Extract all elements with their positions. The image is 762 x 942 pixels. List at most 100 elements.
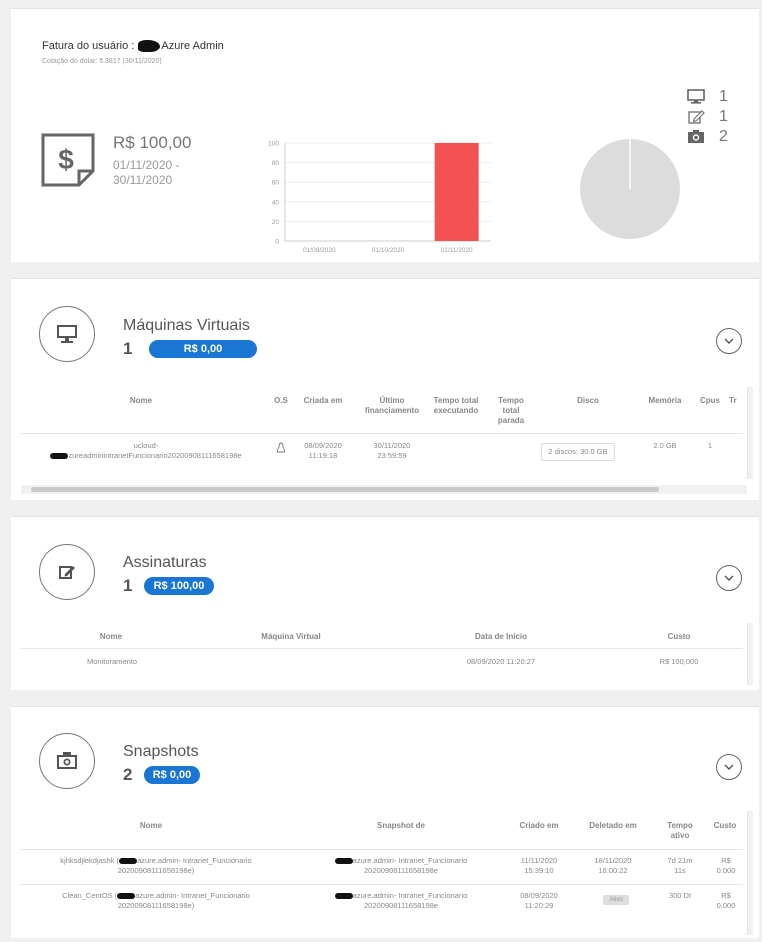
y-tick-label: 20 xyxy=(272,219,280,226)
vm-row-nome-line1: ucloud- xyxy=(133,441,159,450)
snap-row2-custo: R$ 0.000 xyxy=(711,891,741,911)
snap-row1-nome-line1: kjhksdjlekdjashk ( azure.admin- Intranet_… xyxy=(21,856,291,866)
snap-row2-criado-date: 08/09/2020 xyxy=(520,891,558,900)
snap-row1-nome-part1: kjhksdjlekdjashk ( xyxy=(60,856,120,865)
vm-section-count: 1 xyxy=(123,339,133,358)
snapshot-icon xyxy=(688,130,704,143)
subs-table-vertical-scrollbar[interactable] xyxy=(747,623,753,685)
snap-row1-de-line1: azure.admin- Intranet_Funcionario xyxy=(301,856,501,866)
vm-table-horizontal-scrollbar[interactable] xyxy=(21,485,747,494)
snap-row2-criado: 08/09/2020 11:20:29 xyxy=(511,891,567,911)
snapshots-cost-badge: R$ 0,00 xyxy=(144,766,200,784)
snapshot-icon xyxy=(57,752,77,769)
subs-row-data: 08/09/2020 11:20:27 xyxy=(466,657,536,666)
subs-header-divider xyxy=(21,648,743,649)
snaps-col-snapshot-de: Snapshot de xyxy=(376,821,425,830)
vm-header-divider xyxy=(21,433,743,434)
snap-row2-criado-time: 11:20:29 xyxy=(524,901,554,910)
vm-col-memoria: Memória xyxy=(648,396,682,405)
vm-row-nome: ucloud- zureadminintranetFuncionario2020… xyxy=(21,441,271,461)
snap-row2-de-line1: azure.admin- Intranet_Funcionario xyxy=(301,891,501,901)
subscriptions-section: Assinaturas 1 R$ 100,00 Nome Máquina Vir… xyxy=(11,516,759,690)
subscriptions-section-count: 1 xyxy=(123,576,133,595)
snap-row1-tempo-1: 7d 21m xyxy=(667,856,693,865)
linux-icon xyxy=(276,442,286,453)
snap-row1-deletado-date: 18/11/2020 xyxy=(594,856,632,865)
snap-row1-deletado: 18/11/2020 16:00:22 xyxy=(583,856,643,876)
vm-row-criada: 08/09/2020 11:19:18 xyxy=(304,441,342,460)
snap-row2-custo-1: R$ xyxy=(721,891,731,900)
snap-row1-criado-date: 11/11/2020 xyxy=(520,856,558,865)
subscriptions-cost-badge: R$ 100,00 xyxy=(144,577,214,595)
snap-row2-snapshot-de: azure.admin- Intranet_Funcionario 202009… xyxy=(301,891,501,911)
redaction-mark xyxy=(334,858,353,865)
x-tick-label: 01/11/2020 xyxy=(441,247,473,254)
vm-cost-badge: R$ 0,00 xyxy=(149,340,257,358)
snap-row2-nome-part1: Clean_CentOS ( xyxy=(62,891,118,900)
snap-row2-de-line2: 20200908111658198e xyxy=(364,901,438,910)
snap-row1-nome-part2: azure.admin- Intranet_Funcionario xyxy=(137,856,252,865)
subscriptions-section-title: Assinaturas xyxy=(123,554,207,571)
vm-row-disco[interactable]: 2 discos: 30.0 GB xyxy=(541,443,615,461)
snap-row2-de-line1-text: azure.admin- Intranet_Funcionario xyxy=(352,891,468,900)
invoice-title-prefix: Fatura do usuário : xyxy=(42,40,135,52)
subs-col-nome: Nome xyxy=(99,632,123,641)
subscription-count: 1 xyxy=(719,108,728,125)
snap-row1-de-line1-text: azure.admin- Intranet_Funcionario xyxy=(352,856,468,865)
invoice-user-name: Azure Admin xyxy=(161,40,224,52)
snap-row2-nome-line1: Clean_CentOS (azure.admin- Intranet_Func… xyxy=(21,891,291,901)
y-tick-label: 0 xyxy=(275,239,279,246)
y-tick-label: 100 xyxy=(268,141,279,148)
snaps-row-divider xyxy=(21,884,743,885)
scrollbar-thumb[interactable] xyxy=(31,487,659,492)
invoice-amount: R$ 100,00 xyxy=(113,133,192,152)
vm-row-nome-line2: zureadminintranetFuncionario202009081116… xyxy=(21,451,271,461)
snaps-col-deletado: Deletado em xyxy=(589,821,637,830)
x-tick-label: 01/10/2020 xyxy=(372,247,405,254)
snaps-header-divider xyxy=(21,849,743,850)
subscriptions-expand-button[interactable] xyxy=(716,565,742,591)
snap-row1-nome: kjhksdjlekdjashk ( azure.admin- Intranet_… xyxy=(21,856,291,876)
vm-col-tempo-parada: Tempo total parada xyxy=(497,396,525,425)
x-tick-label: 01/09/2020 xyxy=(303,247,336,254)
invoice-dollar-icon: $ xyxy=(41,133,95,187)
monitor-icon xyxy=(57,325,77,343)
snap-row1-tempo: 7d 21m 11s xyxy=(659,856,701,876)
vm-section-icon xyxy=(39,306,95,362)
y-tick-label: 60 xyxy=(272,180,280,187)
bar xyxy=(434,143,479,241)
snapshot-count: 2 xyxy=(719,128,728,145)
vm-table-vertical-scrollbar[interactable] xyxy=(747,387,753,479)
svg-text:$: $ xyxy=(58,144,74,175)
vm-count: 1 xyxy=(719,88,728,105)
snapshots-expand-button[interactable] xyxy=(716,754,742,780)
redaction-mark xyxy=(334,893,353,900)
vm-row-memoria: 2.0 GB xyxy=(653,441,677,450)
snaps-col-custo: Custo xyxy=(713,821,737,830)
snap-row1-criado-time: 15:39:10 xyxy=(524,866,554,875)
vm-col-tempo-exec: Tempo total executando xyxy=(433,396,479,415)
edit-icon xyxy=(59,566,75,579)
invoice-title: Fatura do usuário : Azure Admin xyxy=(42,40,224,53)
snap-row1-tempo-2: 11s xyxy=(674,866,686,875)
redaction-mark xyxy=(138,40,161,53)
y-tick-label: 80 xyxy=(272,160,280,167)
snaps-table-vertical-scrollbar[interactable] xyxy=(747,811,753,935)
snap-row1-criado: 11/11/2020 15:39:10 xyxy=(511,856,567,876)
subscriptions-section-icon xyxy=(39,544,95,600)
snaps-col-tempo: Tempo ativo xyxy=(667,821,693,840)
vm-row-nome-line2-text: zureadminintranetFuncionario202009081116… xyxy=(68,451,242,460)
redaction-mark xyxy=(117,893,136,900)
redaction-mark xyxy=(50,453,69,460)
chevron-down-icon xyxy=(724,338,734,344)
snap-row2-status-badge: Ativo xyxy=(603,895,629,905)
snap-row1-nome-line2: 20200908111658198e) xyxy=(117,866,195,875)
redaction-mark xyxy=(119,858,138,865)
vm-expand-button[interactable] xyxy=(716,328,742,354)
vm-col-tr: Tr xyxy=(729,396,737,405)
resource-counts: 1 1 2 xyxy=(687,87,728,147)
snap-row1-de-line2: 20200908111658198e xyxy=(364,866,438,875)
subs-col-data: Data de Início xyxy=(474,632,527,641)
snap-row1-custo-1: R$ xyxy=(721,856,731,865)
snapshots-section-icon xyxy=(39,733,95,789)
